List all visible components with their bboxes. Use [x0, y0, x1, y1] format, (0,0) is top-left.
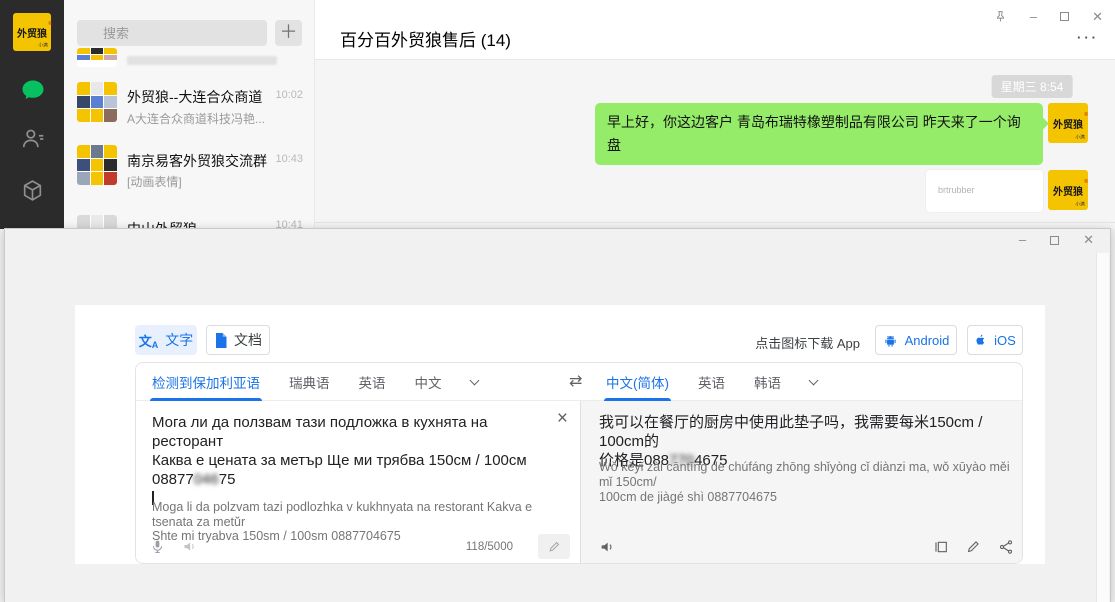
tab-swedish[interactable]: 瑞典语 [289, 363, 330, 401]
group-avatar [77, 48, 117, 67]
group-avatar [77, 82, 117, 122]
speaker-icon[interactable] [599, 539, 615, 555]
tab-english[interactable]: 英语 [359, 363, 386, 401]
wechat-window-controls: – ✕ [994, 10, 1103, 23]
tab-chinese-simplified[interactable]: 中文(简体) [606, 363, 669, 401]
sender-avatar[interactable]: 外贸狼® 小满 [1048, 170, 1088, 210]
android-icon [883, 333, 898, 348]
translator-window-controls: – ✕ [1019, 234, 1094, 246]
chats-icon[interactable] [20, 78, 46, 102]
close-button[interactable]: ✕ [1083, 234, 1094, 246]
translate-page: 文A 文字 文档 点击图标下载 App [75, 305, 1045, 564]
result-panel: 我可以在餐厅的厨房中使用此垫子吗，我需要每米150cm / 100cm的 价格是… [580, 401, 1023, 564]
clear-text-icon[interactable]: × [557, 409, 568, 428]
outgoing-message-bubble[interactable]: 早上好，你这边客户 青岛布瑞特橡塑制品有限公司 昨天来了一个询盘 [595, 103, 1043, 165]
maximize-button[interactable] [1050, 236, 1059, 245]
download-hint: 点击图标下载 App [730, 333, 860, 352]
group-avatar [77, 145, 117, 185]
chat-title: 百分百外贸狼售后 (14) [340, 26, 511, 51]
text-mode-button[interactable]: 文A 文字 [135, 325, 197, 355]
link-card-text: brtrubber [938, 185, 975, 195]
target-language-tabs: 中文(简体) 英语 韩语 [606, 363, 817, 401]
pinyin-text: Wǒ kěyǐ zài cāntīng de chúfáng zhōng shǐ… [599, 460, 1010, 505]
swap-languages-icon[interactable]: ⇄ [569, 371, 582, 391]
more-menu-icon[interactable]: ··· [1077, 30, 1099, 45]
redacted-digits: 046 [194, 471, 219, 488]
wechat-window: 外贸狼® 小满 ＋ [0, 0, 1115, 229]
microphone-icon[interactable] [150, 538, 165, 555]
maximize-button[interactable] [1060, 12, 1069, 21]
edit-suggestion-button[interactable] [538, 534, 570, 559]
edit-pencil-icon[interactable] [966, 539, 981, 554]
chevron-down-icon[interactable] [469, 375, 479, 385]
add-chat-button[interactable]: ＋ [275, 20, 302, 46]
date-badge: 星期三 8:54 [992, 75, 1073, 98]
language-bar: 检测到保加利亚语 瑞典语 英语 中文 ⇄ 中文(简体) 英语 韩语 [136, 363, 1022, 401]
document-mode-button[interactable]: 文档 [206, 325, 270, 355]
group-avatar [77, 215, 117, 229]
pin-icon[interactable] [994, 10, 1007, 23]
source-text[interactable]: Мога ли да ползвам тази подложка в кухня… [152, 413, 538, 508]
tab-chinese[interactable]: 中文 [415, 363, 442, 401]
share-icon[interactable] [998, 539, 1014, 555]
sender-avatar[interactable]: 外贸狼® 小满 [1048, 103, 1088, 143]
contacts-icon[interactable] [20, 126, 46, 150]
minimize-button[interactable]: – [1030, 11, 1037, 23]
translator-window: – ✕ 文A 文字 文档 点击图标下载 App [4, 228, 1111, 602]
moments-box-icon[interactable] [20, 178, 46, 202]
document-icon [214, 333, 227, 348]
result-footer [599, 533, 1014, 560]
translate-box: 检测到保加利亚语 瑞典语 英语 中文 ⇄ 中文(简体) 英语 韩语 [135, 362, 1023, 564]
source-panel[interactable]: Мога ли да ползвам тази подложка в кухня… [136, 401, 580, 564]
android-download-button[interactable]: Android [875, 325, 957, 355]
obscured-text [127, 56, 277, 65]
screen: 外贸狼® 小满 ＋ [0, 0, 1115, 602]
apple-icon [974, 333, 987, 348]
source-language-tabs: 检测到保加利亚语 瑞典语 英语 中文 [152, 363, 478, 401]
wechat-sidebar: 外贸狼® 小满 [0, 0, 64, 229]
link-card-message[interactable]: brtrubber [926, 170, 1043, 212]
chat-list-panel: ＋ 外贸狼--大连合众商道 10:02 A大连合众商道科技冯艳... [64, 0, 315, 229]
close-button[interactable]: ✕ [1092, 11, 1103, 23]
avatar[interactable]: 外贸狼® 小满 [13, 13, 51, 51]
translate-icon: 文A [139, 331, 159, 350]
search-input[interactable] [77, 20, 267, 46]
source-footer: 118/5000 [150, 533, 570, 560]
copy-translation-icon[interactable] [933, 539, 949, 555]
listen-icon[interactable] [182, 539, 197, 554]
ios-download-button[interactable]: iOS [967, 325, 1023, 355]
minimize-button[interactable]: – [1019, 234, 1026, 246]
input-divider [315, 222, 1115, 223]
char-counter: 118/5000 [466, 541, 513, 553]
chevron-down-icon[interactable] [809, 375, 819, 385]
scrollbar[interactable] [1096, 253, 1109, 602]
chat-header: 百分百外贸狼售后 (14) ··· [315, 0, 1115, 60]
tab-english[interactable]: 英语 [698, 363, 725, 401]
tab-korean[interactable]: 韩语 [754, 363, 781, 401]
tab-detected-language[interactable]: 检测到保加利亚语 [152, 363, 260, 401]
brand-logo: 外贸狼® [17, 25, 47, 40]
chat-area: 百分百外贸狼售后 (14) ··· 星期三 8:54 早上好，你这边客户 青岛布… [315, 0, 1115, 229]
